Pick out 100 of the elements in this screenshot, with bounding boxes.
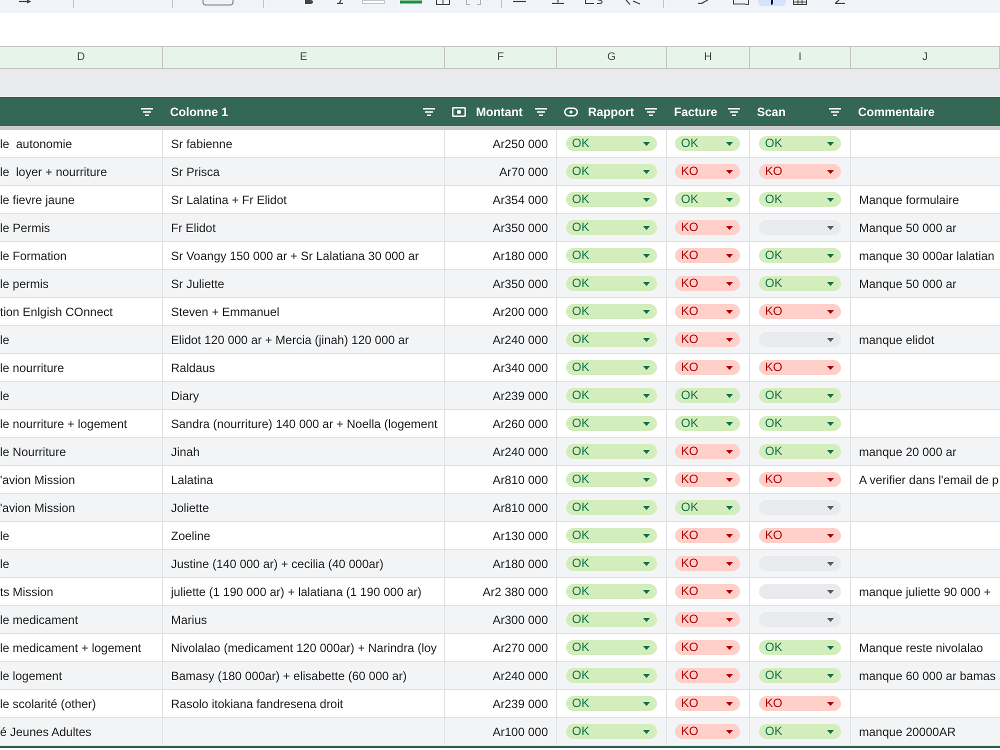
status-dropdown[interactable]: KO xyxy=(675,332,740,347)
column-header[interactable]: I xyxy=(750,46,851,69)
filter-icon[interactable] xyxy=(535,108,547,116)
status-dropdown[interactable]: KO xyxy=(675,220,740,235)
caret-icon xyxy=(643,730,650,734)
status-dropdown[interactable]: OK xyxy=(566,584,657,599)
status-dropdown[interactable]: OK xyxy=(566,360,657,375)
status-dropdown[interactable]: KO xyxy=(759,696,841,711)
status-dropdown[interactable]: KO xyxy=(675,304,740,319)
vertical-align-icon[interactable] xyxy=(552,0,564,4)
status-dropdown[interactable]: OK xyxy=(759,640,841,655)
status-dropdown[interactable]: OK xyxy=(566,528,657,543)
amount-text: Ar240 000 xyxy=(492,668,548,684)
status-dropdown[interactable]: OK xyxy=(566,472,657,487)
status-dropdown[interactable]: OK xyxy=(566,444,657,459)
filter-icon[interactable] xyxy=(728,108,740,116)
status-dropdown[interactable]: OK xyxy=(566,136,657,151)
column-header[interactable]: G xyxy=(557,46,667,69)
status-dropdown[interactable]: OK xyxy=(759,416,841,431)
column-header[interactable]: H xyxy=(667,46,750,69)
status-dropdown[interactable]: OK xyxy=(675,500,740,515)
status-dropdown[interactable]: OK xyxy=(566,304,657,319)
status-dropdown[interactable]: KO xyxy=(675,164,740,179)
italic-icon[interactable] xyxy=(337,0,345,4)
status-dropdown[interactable]: OK xyxy=(759,668,841,683)
status-dropdown[interactable]: OK xyxy=(566,640,657,655)
status-dropdown[interactable]: OK xyxy=(566,332,657,347)
status-dropdown[interactable]: OK xyxy=(675,136,740,151)
filter-icon[interactable] xyxy=(645,108,657,116)
status-dropdown[interactable]: KO xyxy=(675,724,740,739)
status-dropdown[interactable]: KO xyxy=(759,472,841,487)
status-dropdown[interactable]: KO xyxy=(675,248,740,263)
redo-icon[interactable] xyxy=(19,0,31,4)
caret-icon xyxy=(827,170,834,174)
filter-icon[interactable] xyxy=(423,108,435,116)
rotate-icon[interactable] xyxy=(625,0,641,5)
status-dropdown[interactable]: KO xyxy=(675,696,740,711)
status-dropdown[interactable]: KO xyxy=(675,360,740,375)
status-dropdown[interactable]: KO xyxy=(675,444,740,459)
status-dropdown[interactable]: KO xyxy=(675,584,740,599)
status-dropdown[interactable]: OK xyxy=(566,248,657,263)
status-dropdown[interactable]: OK xyxy=(566,556,657,571)
comment-icon[interactable] xyxy=(733,0,749,5)
status-dropdown[interactable]: KO xyxy=(759,360,841,375)
status-dropdown[interactable]: OK xyxy=(675,388,740,403)
functions-icon[interactable] xyxy=(835,0,845,4)
status-dropdown[interactable]: KO xyxy=(675,640,740,655)
filter-icon[interactable] xyxy=(141,108,153,116)
status-dropdown[interactable]: KO xyxy=(759,528,841,543)
status-dropdown[interactable]: OK xyxy=(759,444,841,459)
column-header[interactable]: F xyxy=(445,46,557,69)
status-dropdown[interactable]: OK xyxy=(566,276,657,291)
status-dropdown[interactable]: OK xyxy=(759,136,841,151)
caret-icon xyxy=(827,674,834,678)
filter-icon[interactable] xyxy=(829,108,841,116)
comment-text: manque 60 000 ar bamas xyxy=(859,668,996,684)
amount-text: Ar200 000 xyxy=(492,304,548,320)
status-dropdown[interactable]: OK xyxy=(566,696,657,711)
status-dropdown[interactable]: KO xyxy=(675,668,740,683)
status-dropdown[interactable]: OK xyxy=(759,248,841,263)
font-size-field[interactable] xyxy=(202,0,234,6)
status-dropdown[interactable]: KO xyxy=(675,556,740,571)
caret-icon xyxy=(643,394,650,398)
status-dropdown[interactable]: KO xyxy=(675,612,740,627)
filter-button[interactable] xyxy=(758,0,786,6)
status-dropdown[interactable]: KO xyxy=(759,304,841,319)
status-dropdown[interactable]: OK xyxy=(566,668,657,683)
status-dropdown[interactable]: KO xyxy=(675,276,740,291)
align-icon[interactable] xyxy=(513,0,526,3)
caret-icon xyxy=(643,198,650,202)
status-dropdown[interactable]: OK xyxy=(675,192,740,207)
status-dropdown[interactable]: OK xyxy=(759,276,841,291)
status-dropdown[interactable]: OK xyxy=(566,500,657,515)
status-dropdown[interactable]: OK xyxy=(566,612,657,627)
column-header[interactable]: D xyxy=(0,46,163,69)
status-dropdown[interactable]: OK xyxy=(566,192,657,207)
status-dropdown[interactable]: OK xyxy=(566,416,657,431)
column-header[interactable]: E xyxy=(163,46,445,69)
bold-icon[interactable] xyxy=(305,0,313,4)
status-dropdown[interactable]: OK xyxy=(759,192,841,207)
status-dropdown[interactable]: OK xyxy=(566,164,657,179)
link-icon[interactable] xyxy=(698,0,708,4)
status-dropdown[interactable]: KO xyxy=(675,528,740,543)
amount-text: Ar2 380 000 xyxy=(482,584,548,600)
status-dropdown[interactable]: KO xyxy=(759,164,841,179)
names-text: Diary xyxy=(171,388,200,404)
status-dropdown[interactable]: KO xyxy=(675,472,740,487)
status-dropdown[interactable]: OK xyxy=(566,724,657,739)
borders-icon[interactable] xyxy=(436,0,450,5)
status-dropdown[interactable]: OK xyxy=(566,220,657,235)
status-dropdown[interactable]: OK xyxy=(675,416,740,431)
caret-icon xyxy=(643,506,650,510)
status-dropdown[interactable]: OK xyxy=(759,388,841,403)
fill-color-icon[interactable] xyxy=(400,0,422,4)
table-icon[interactable] xyxy=(793,0,807,5)
column-header[interactable]: J xyxy=(851,46,1000,69)
text-color-icon[interactable] xyxy=(362,0,385,4)
status-dropdown[interactable]: OK xyxy=(566,388,657,403)
status-dropdown[interactable]: OK xyxy=(759,724,841,739)
wrap-icon[interactable] xyxy=(585,0,603,4)
